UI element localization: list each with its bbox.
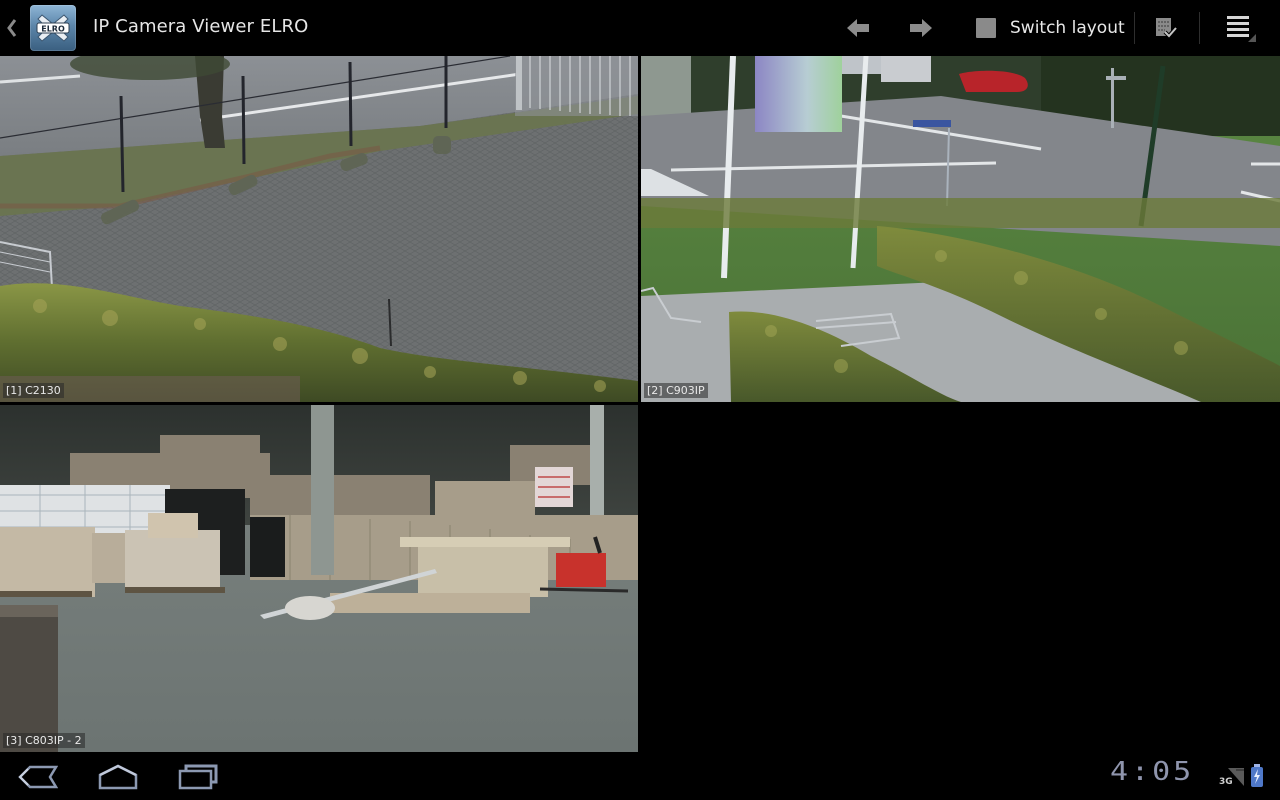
switch-layout-label: Switch layout <box>1010 18 1125 38</box>
nav-home-button[interactable] <box>88 758 148 796</box>
overflow-menu-icon <box>1227 16 1256 42</box>
elro-logo-icon[interactable]: ELRO <box>30 5 76 51</box>
signal-icon <box>1228 768 1244 786</box>
back-icon <box>18 765 58 789</box>
camera-feed-1 <box>0 56 638 402</box>
recent-apps-icon <box>178 764 218 790</box>
checklist-button[interactable] <box>1140 0 1192 56</box>
status-clock[interactable]: 4:05 <box>1110 757 1194 787</box>
nav-back-button[interactable] <box>8 758 68 796</box>
camera-label: [2] C903IP <box>644 383 708 398</box>
arrow-left-icon <box>847 19 869 37</box>
action-bar-divider <box>1134 12 1135 44</box>
battery-charging-icon <box>1251 764 1263 787</box>
camera-view-3[interactable]: [3] C803IP - 2 <box>0 405 638 752</box>
camera-view-1[interactable]: [1] C2130 <box>0 56 638 402</box>
previous-button[interactable] <box>838 0 878 56</box>
overflow-menu-button[interactable] <box>1210 0 1270 56</box>
switch-layout-toggle[interactable]: Switch layout <box>966 0 1128 56</box>
up-navigation-caret-icon[interactable] <box>4 16 20 40</box>
switch-layout-checkbox[interactable] <box>976 18 996 38</box>
app-icon-text: ELRO <box>41 24 65 33</box>
camera-feed-2 <box>641 56 1280 402</box>
action-bar-divider <box>1199 12 1200 44</box>
camera-label: [1] C2130 <box>3 383 64 398</box>
system-bar <box>0 752 1280 800</box>
arrow-right-icon <box>910 19 932 37</box>
camera-grid: [1] C2130 [2] C903IP [3] C803IP - 2 <box>0 56 1280 752</box>
camera-feed-3 <box>0 405 638 752</box>
camera-view-2[interactable]: [2] C903IP <box>641 56 1280 402</box>
app-title: IP Camera Viewer ELRO <box>93 16 309 37</box>
camera-view-4-empty[interactable] <box>641 405 1280 752</box>
checklist-icon <box>1156 18 1177 39</box>
nav-recent-apps-button[interactable] <box>168 758 228 796</box>
camera-label: [3] C803IP - 2 <box>3 733 85 748</box>
next-button[interactable] <box>901 0 941 56</box>
action-bar: ELRO IP Camera Viewer ELRO Switch layout <box>0 0 1280 56</box>
home-icon <box>98 764 138 790</box>
